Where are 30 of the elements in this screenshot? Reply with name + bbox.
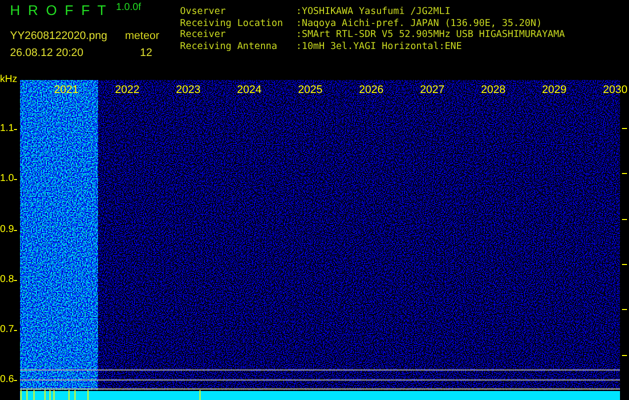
year-label: 2024 <box>237 84 262 96</box>
year-label: 2021 <box>54 84 78 96</box>
axis-label: 1.1 <box>0 124 14 134</box>
axis-label: 0.7 <box>0 325 14 336</box>
axis-label: 0.8 <box>0 274 14 285</box>
year-label: 2029 <box>542 84 566 96</box>
axis-label: 0.6 <box>0 375 14 386</box>
year-label: 2023 <box>176 84 200 96</box>
info-label: Ovserver <box>180 6 227 18</box>
axis-label: 1.0 <box>0 174 14 184</box>
axis-label: 0.9 <box>0 224 14 235</box>
version-label: 1.0.0f <box>116 2 141 14</box>
info-value: :Naqoya Aichi-pref. JAPAN (136.90E, 35.20N) <box>296 18 542 29</box>
year-label: 2026 <box>359 84 384 96</box>
info-label: Receiver <box>180 29 227 40</box>
year-label: 2022 <box>115 84 140 96</box>
info-value: :10mH 3el.YAGI Horizontal:ENE <box>296 40 462 52</box>
app-title: H R O F F T <box>10 2 106 18</box>
timestamp: 26.08.12 20:20 <box>10 47 84 61</box>
counter-value: 12 <box>139 47 152 61</box>
info-value: :YOSHIKAWA Yasufumi /JG2MLI <box>296 6 450 18</box>
year-label: 2025 <box>298 84 322 96</box>
year-label: 2028 <box>481 84 506 96</box>
axis-unit: kHz <box>0 74 18 85</box>
info-label: Receiving Location <box>180 18 284 29</box>
info-value: :SMArt RTL-SDR V5 52.905MHz USB HIGASHIMURAYAMA <box>296 29 565 40</box>
year-label: 2027 <box>420 84 444 96</box>
file-name: YY2608122020.png <box>10 30 108 42</box>
info-label: Receiving Antenna <box>180 40 278 52</box>
counter-label: meteor <box>125 30 160 42</box>
